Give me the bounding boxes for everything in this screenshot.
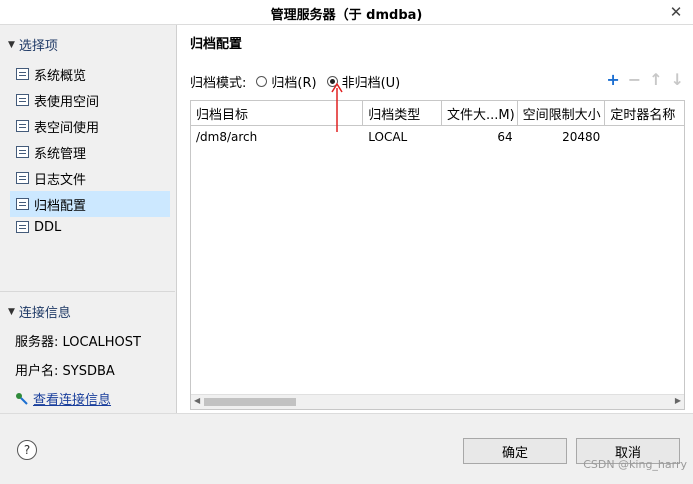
- cell-file-size: 64: [497, 130, 513, 144]
- column-header-file-size[interactable]: 文件大...M): [442, 101, 518, 125]
- ok-button[interactable]: 确定: [463, 438, 567, 464]
- sidebar-item-label: 表使用空间: [34, 94, 100, 110]
- radio-archive[interactable]: 归档(R): [256, 72, 317, 91]
- cell-type: LOCAL: [368, 130, 408, 144]
- user-info: 用户名: SYSDBA: [15, 364, 115, 379]
- sidebar-item-system-overview[interactable]: 系统概览: [10, 61, 170, 87]
- connection-section-header[interactable]: ▼ 连接信息: [8, 302, 71, 321]
- radio-noarchive-label: 非归档(U): [341, 76, 401, 91]
- archive-table: 归档目标 归档类型 文件大...M) 空间限制大小 定时器名称 /dm8/arc…: [190, 100, 685, 410]
- scrollbar-thumb[interactable]: [204, 398, 296, 406]
- sidebar-section-title: 选择项: [18, 39, 58, 54]
- sidebar-nav: 系统概览 表使用空间 表空间使用 系统管理 日志文件 归档配置 DDL: [10, 61, 170, 237]
- title-bar: 管理服务器（于 dmdba) ✕: [0, 0, 693, 25]
- sidebar-item-label: DDL: [34, 219, 62, 235]
- view-connection-label: 查看连接信息: [33, 393, 112, 408]
- table-header: 归档目标 归档类型 文件大...M) 空间限制大小 定时器名称: [191, 101, 684, 126]
- sidebar-item-tablespace-usage[interactable]: 表空间使用: [10, 113, 170, 139]
- sidebar-section-header[interactable]: ▼ 选择项: [8, 35, 58, 54]
- divider: [0, 291, 175, 292]
- sidebar-item-log-files[interactable]: 日志文件: [10, 165, 170, 191]
- connection-section-title: 连接信息: [18, 306, 71, 321]
- server-info: 服务器: LOCALHOST: [15, 335, 141, 350]
- page-icon: [16, 68, 29, 80]
- page-icon: [16, 120, 29, 132]
- sidebar-item-label: 表空间使用: [34, 120, 100, 136]
- page-icon: [16, 146, 29, 158]
- column-header-type[interactable]: 归档类型: [363, 101, 442, 125]
- sidebar-item-ddl[interactable]: DDL: [10, 217, 170, 237]
- sidebar-item-archive-config[interactable]: 归档配置: [10, 191, 170, 217]
- page-icon: [16, 172, 29, 184]
- sidebar-item-label: 日志文件: [34, 172, 87, 188]
- remove-icon[interactable]: −: [628, 70, 641, 89]
- sidebar-item-table-space-usage[interactable]: 表使用空间: [10, 87, 170, 113]
- page-icon: [16, 198, 29, 210]
- watermark: CSDN @king_harry: [583, 458, 687, 471]
- scroll-right-icon[interactable]: ▶: [675, 396, 681, 405]
- close-button[interactable]: ✕: [659, 0, 693, 24]
- cell-space-limit: 20480: [562, 130, 601, 144]
- cell-timer: [605, 126, 684, 148]
- main-panel: 归档配置 归档模式: 归档(R) 非归档(U) + − ↑ ↓ 归档目标 归档类…: [176, 25, 693, 413]
- sidebar-item-label: 系统概览: [34, 68, 87, 84]
- column-header-timer[interactable]: 定时器名称: [605, 101, 684, 125]
- radio-archive-label: 归档(R): [271, 76, 317, 91]
- archive-mode-label: 归档模式:: [190, 76, 247, 91]
- horizontal-scrollbar[interactable]: ◀ ▶: [191, 394, 684, 409]
- add-icon[interactable]: +: [606, 70, 619, 89]
- table-row[interactable]: /dm8/arch LOCAL 64 20480: [191, 126, 684, 148]
- page-icon: [16, 221, 29, 233]
- close-icon: ✕: [669, 3, 683, 21]
- archive-mode-row: 归档模式: 归档(R) 非归档(U): [190, 72, 400, 91]
- window-title: 管理服务器（于 dmdba): [270, 8, 423, 23]
- scroll-left-icon[interactable]: ◀: [194, 396, 200, 405]
- dialog-footer: ? 确定 取消 CSDN @king_harry: [0, 413, 693, 484]
- help-icon[interactable]: ?: [17, 440, 37, 460]
- sidebar-item-label: 系统管理: [34, 146, 87, 162]
- table-toolbar: + − ↑ ↓: [606, 70, 684, 89]
- collapse-triangle-icon: ▼: [8, 306, 15, 317]
- move-up-icon[interactable]: ↑: [649, 70, 662, 89]
- connection-icon: [16, 392, 28, 405]
- annotation-arrow-icon: [331, 82, 343, 132]
- column-header-space-limit[interactable]: 空间限制大小: [518, 101, 606, 125]
- collapse-triangle-icon: ▼: [8, 39, 15, 50]
- sidebar-item-system-management[interactable]: 系统管理: [10, 139, 170, 165]
- move-down-icon[interactable]: ↓: [671, 70, 684, 89]
- page-icon: [16, 94, 29, 106]
- page-title: 归档配置: [190, 37, 243, 52]
- sidebar: ▼ 选择项 系统概览 表使用空间 表空间使用 系统管理 日志文件 归档配置 DD…: [0, 25, 175, 413]
- sidebar-item-label: 归档配置: [34, 198, 87, 214]
- radio-circle-icon: [256, 76, 268, 87]
- view-connection-link[interactable]: 查看连接信息: [15, 389, 111, 408]
